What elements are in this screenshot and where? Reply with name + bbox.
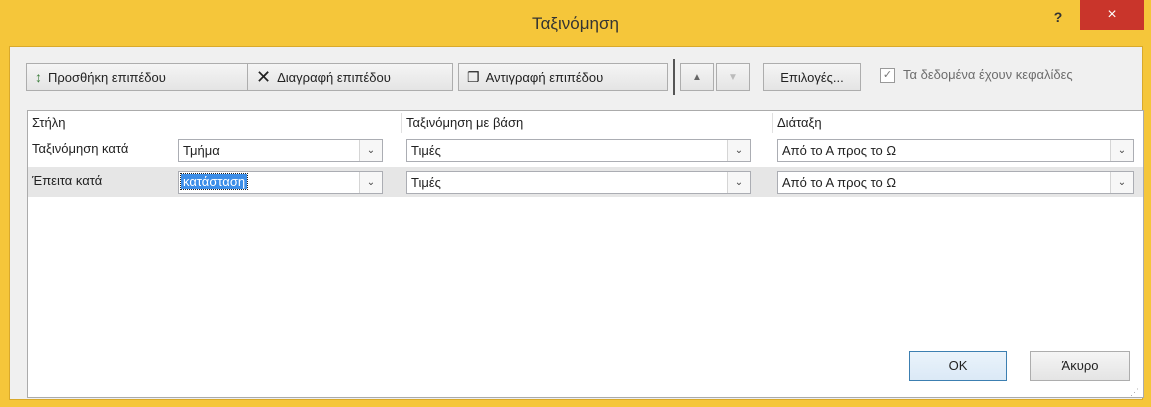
- copy-level-button[interactable]: ❐ Αντιγραφή επιπέδου: [458, 63, 668, 91]
- column-select-value: κατάσταση: [179, 173, 249, 190]
- chevron-down-icon[interactable]: ⌄: [727, 172, 750, 193]
- delete-x-icon: ✕: [256, 66, 272, 87]
- copy-icon: ❐: [467, 68, 480, 85]
- headers-checkbox-label: Τα δεδομένα έχουν κεφαλίδες: [903, 67, 1073, 82]
- sort-level-row[interactable]: Έπειτα κατά κατάσταση ⌄ Τιμές ⌄ Από το Α…: [28, 167, 1143, 197]
- checkmark-icon: ✓: [882, 69, 893, 81]
- chevron-down-icon[interactable]: ⌄: [359, 172, 382, 193]
- add-level-label: Προσθήκη επιπέδου: [48, 69, 166, 85]
- add-level-button[interactable]: ↕ Προσθήκη επιπέδου: [26, 63, 248, 91]
- order-select[interactable]: Από το Α προς το Ω ⌄: [777, 171, 1134, 194]
- row-label: Έπειτα κατά: [32, 173, 103, 188]
- sort-on-header: Ταξινόμηση με βάση: [402, 113, 773, 133]
- dialog-title: Ταξινόμηση: [532, 14, 619, 33]
- column-select[interactable]: Τμήμα ⌄: [178, 139, 383, 162]
- order-header: Διάταξη: [777, 115, 822, 130]
- close-button[interactable]: ×: [1080, 0, 1144, 30]
- copy-level-label: Αντιγραφή επιπέδου: [485, 69, 604, 85]
- sort-level-row[interactable]: Ταξινόμηση κατά Τμήμα ⌄ Τιμές ⌄ Από το Α…: [28, 135, 1143, 165]
- column-select-value: Τμήμα: [183, 143, 220, 158]
- chevron-down-icon[interactable]: ⌄: [727, 140, 750, 161]
- column-select[interactable]: κατάσταση ⌄: [178, 171, 383, 194]
- dialog-body: ↕ Προσθήκη επιπέδου ✕ Διαγραφή επιπέδου …: [9, 46, 1144, 400]
- add-sort-level-icon: ↕: [35, 69, 42, 85]
- move-up-button[interactable]: ▲: [680, 63, 714, 91]
- order-select-value: Από το Α προς το Ω: [782, 175, 897, 190]
- order-select[interactable]: Από το Α προς το Ω ⌄: [777, 139, 1134, 162]
- sort-on-select-value: Τιμές: [411, 175, 441, 190]
- order-select-value: Από το Α προς το Ω: [782, 143, 897, 158]
- move-down-button[interactable]: ▼: [716, 63, 750, 91]
- resize-grip-icon[interactable]: ⋰: [1130, 387, 1140, 397]
- delete-level-button[interactable]: ✕ Διαγραφή επιπέδου: [247, 63, 453, 91]
- chevron-down-icon[interactable]: ⌄: [1110, 172, 1133, 193]
- row-label: Ταξινόμηση κατά: [32, 141, 129, 156]
- help-button[interactable]: ?: [1038, 6, 1078, 32]
- close-icon: ×: [1107, 6, 1117, 23]
- sort-dialog: Ταξινόμηση ? × ↕ Προσθήκη επιπέδου ✕ Δια…: [0, 0, 1151, 407]
- column-header: Στήλη: [28, 113, 402, 133]
- ok-button[interactable]: OK: [909, 351, 1007, 381]
- sort-on-select[interactable]: Τιμές ⌄: [406, 139, 751, 162]
- chevron-down-icon[interactable]: ⌄: [1110, 140, 1133, 161]
- triangle-up-icon: ▲: [692, 71, 702, 83]
- cancel-button[interactable]: Άκυρο: [1030, 351, 1130, 381]
- triangle-down-icon: ▼: [728, 71, 738, 83]
- delete-level-label: Διαγραφή επιπέδου: [277, 69, 391, 85]
- chevron-down-icon[interactable]: ⌄: [359, 140, 382, 161]
- sort-on-select[interactable]: Τιμές ⌄: [406, 171, 751, 194]
- sort-on-select-value: Τιμές: [411, 143, 441, 158]
- options-button[interactable]: Επιλογές...: [763, 63, 861, 91]
- headers-checkbox[interactable]: ✓: [880, 68, 895, 83]
- title-bar: Ταξινόμηση ? ×: [0, 0, 1151, 45]
- toolbar-separator: [673, 59, 675, 95]
